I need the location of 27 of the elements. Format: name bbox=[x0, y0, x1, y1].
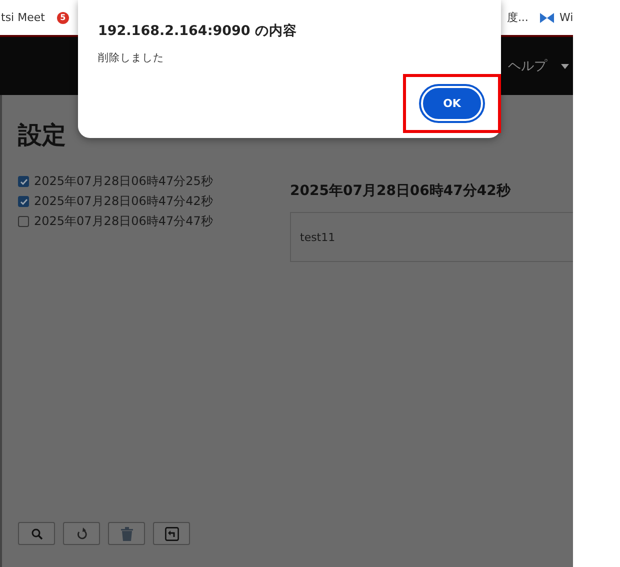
search-icon bbox=[30, 528, 42, 540]
trash-button[interactable] bbox=[108, 522, 145, 545]
bookmark-link[interactable]: tsi Meet bbox=[1, 11, 45, 24]
content-text: test11 bbox=[300, 230, 336, 244]
caret-icon bbox=[561, 64, 569, 68]
bookmark-link[interactable]: Wi bbox=[540, 11, 574, 24]
file-label: 2025年07月28日06時47分47秒 bbox=[34, 213, 213, 230]
refresh-button[interactable] bbox=[63, 522, 100, 545]
page-title: 設定 bbox=[18, 120, 67, 151]
checkbox[interactable] bbox=[18, 176, 29, 187]
file-label: 2025年07月28日06時47分25秒 bbox=[34, 173, 213, 190]
checkbox[interactable] bbox=[18, 216, 29, 227]
bookmark-link[interactable]: 度... bbox=[506, 10, 528, 25]
dialog-title: 192.168.2.164:9090 の内容 bbox=[98, 22, 298, 40]
detail-heading: 2025年07月28日06時47分42秒 bbox=[290, 182, 512, 200]
trash-icon bbox=[120, 526, 132, 540]
refresh-icon bbox=[76, 527, 88, 540]
ok-button[interactable]: OK bbox=[421, 86, 483, 121]
file-label: 2025年07月28日06時47分42秒 bbox=[34, 193, 213, 210]
bow-icon bbox=[540, 12, 554, 22]
undo-button[interactable] bbox=[153, 522, 190, 545]
undo-icon bbox=[164, 526, 178, 540]
notification-badge[interactable]: 5 bbox=[56, 12, 69, 24]
help-menu[interactable]: ヘルプ bbox=[508, 57, 569, 75]
checkbox[interactable] bbox=[18, 196, 29, 207]
dialog-message: 削除しました bbox=[98, 51, 165, 65]
search-button[interactable] bbox=[18, 522, 55, 545]
